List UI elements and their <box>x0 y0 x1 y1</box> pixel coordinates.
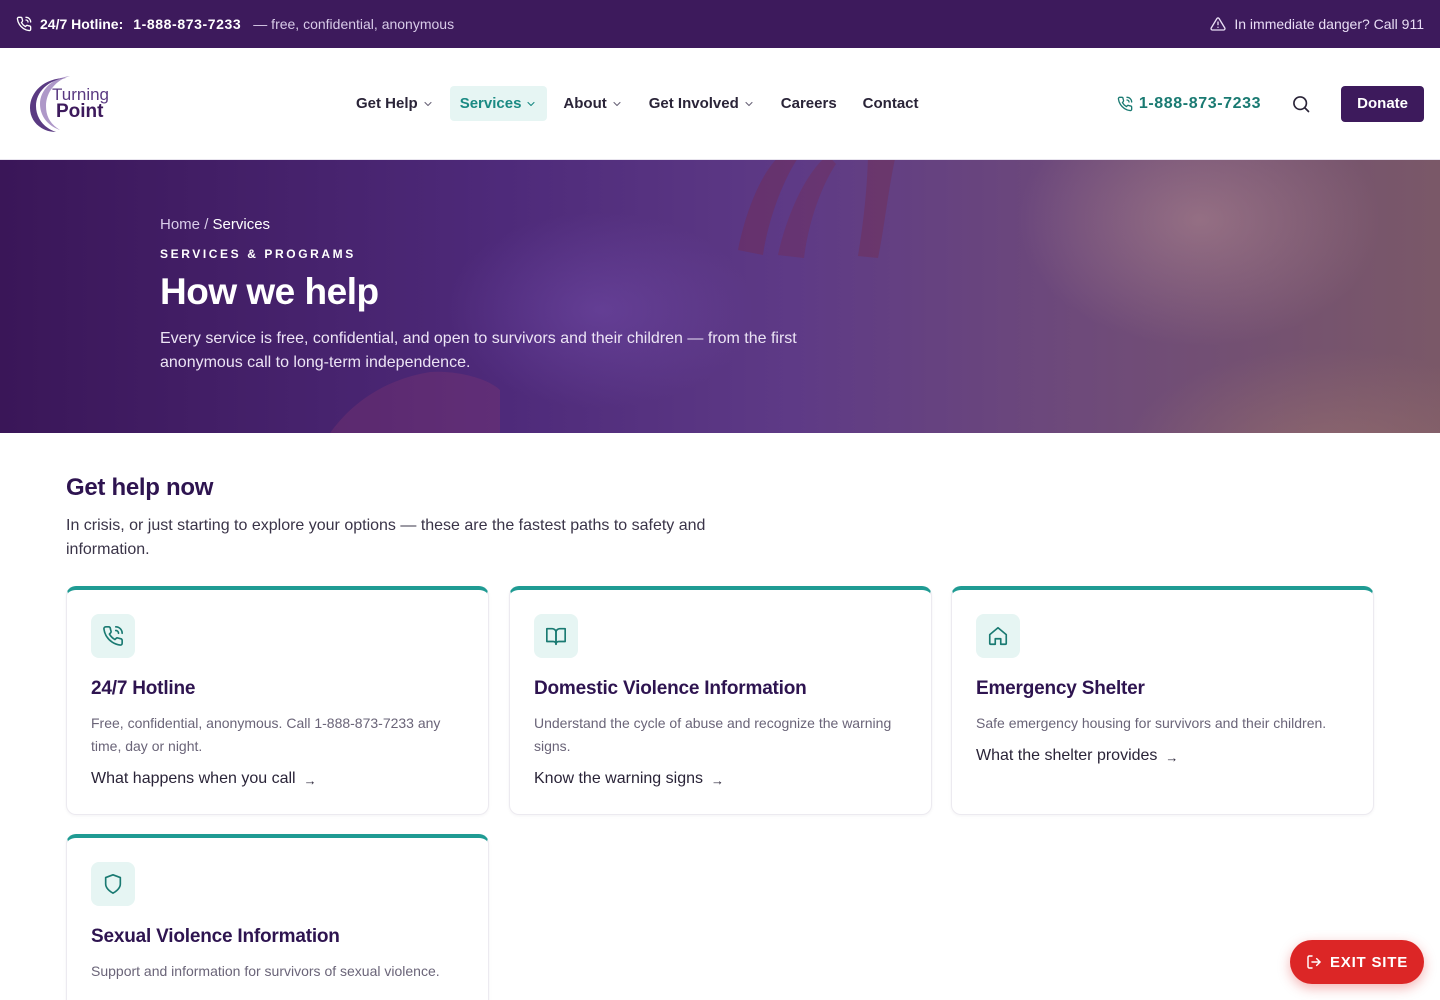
search-icon <box>1293 95 1310 112</box>
nav-label: Get Involved <box>648 95 739 112</box>
warning-triangle-icon <box>1210 16 1226 32</box>
breadcrumb-separator: / <box>204 216 209 233</box>
breadcrumb: Home / Services <box>160 216 840 233</box>
nav-get-involved[interactable]: Get Involved <box>639 86 765 121</box>
card-description: Free, confidential, anonymous. Call 1-88… <box>91 715 441 754</box>
card-link-label: Know the warning signs <box>534 770 703 787</box>
card-sexual-violence[interactable]: Sexual Violence Information Support and … <box>66 834 489 1000</box>
card-domestic-violence[interactable]: Domestic Violence Information Understand… <box>509 586 932 815</box>
exit-site-button[interactable]: EXIT SITE <box>1290 940 1424 984</box>
emergency-info[interactable]: In immediate danger? Call 911 <box>1210 16 1424 32</box>
card-icon-box <box>91 862 135 906</box>
hotline-note: — free, confidential, anonymous <box>253 16 455 32</box>
nav-services[interactable]: Services <box>449 86 548 121</box>
nav-label: Careers <box>780 95 837 112</box>
nav-label: Services <box>459 95 522 112</box>
hero-subtitle: Every service is free, confidential, and… <box>160 330 797 371</box>
home-icon <box>988 626 1008 646</box>
shield-icon <box>104 874 122 894</box>
hero-content: Home / Services SERVICES & PROGRAMS How … <box>160 216 840 375</box>
site-logo[interactable]: Turning Point <box>26 72 326 136</box>
card-link-label: What the shelter provides <box>976 747 1158 764</box>
hotline-label: 24/7 Hotline: <box>40 16 124 32</box>
search-button[interactable] <box>1289 92 1313 116</box>
card-title: Sexual Violence Information <box>91 926 340 947</box>
main-nav: Get Help Services About Get Involved Car… <box>346 86 929 121</box>
arrow-right-icon: → <box>1165 749 1179 765</box>
logo-line-1: Turning <box>52 84 110 104</box>
section-title: Get help now <box>66 474 214 501</box>
nav-careers[interactable]: Careers <box>771 86 847 121</box>
card-hotline[interactable]: 24/7 Hotline Free, confidential, anonymo… <box>66 586 489 815</box>
arrow-right-icon: → <box>303 772 317 788</box>
emergency-text: In immediate danger? Call 911 <box>1234 16 1424 32</box>
card-link[interactable]: What the shelter provides → <box>976 747 1349 765</box>
card-title: Domestic Violence Information <box>534 678 807 699</box>
card-description: Safe emergency housing for survivors and… <box>976 715 1327 731</box>
chevron-down-icon <box>745 101 753 106</box>
card-icon-box <box>976 614 1020 658</box>
card-link[interactable]: What happens when you call → <box>91 770 464 788</box>
site-header: Turning Point Get Help Services About Ge… <box>0 48 1440 160</box>
get-help-section: Get help now In crisis, or just starting… <box>66 474 1376 562</box>
hotline-info[interactable]: 24/7 Hotline: 1-888-873-7233 — free, con… <box>16 16 454 32</box>
card-title: 24/7 Hotline <box>91 678 196 699</box>
chevron-down-icon <box>613 101 621 106</box>
card-link[interactable]: Know the warning signs → <box>534 770 907 788</box>
card-emergency-shelter[interactable]: Emergency Shelter Safe emergency housing… <box>951 586 1374 815</box>
hotline-number-link[interactable]: 1-888-873-7233 <box>133 16 241 32</box>
nav-label: Contact <box>862 95 919 112</box>
exit-icon <box>1307 955 1321 969</box>
logo-mark: Turning Point <box>26 72 112 136</box>
logo-line-2: Point <box>56 100 104 122</box>
section-subtitle: In crisis, or just starting to explore y… <box>66 517 706 558</box>
hero-eyebrow: SERVICES & PROGRAMS <box>160 247 356 261</box>
breadcrumb-current: Services <box>212 216 271 233</box>
exit-site-label: EXIT SITE <box>1329 953 1409 971</box>
nav-about[interactable]: About <box>553 86 632 121</box>
logo-wordmark: Turning Point <box>52 84 110 122</box>
header-phone-number: 1-888-873-7233 <box>1138 94 1262 112</box>
hero-banner: Home / Services SERVICES & PROGRAMS How … <box>0 160 1440 433</box>
arrow-right-icon: → <box>710 772 724 788</box>
nav-label: Get Help <box>356 95 418 112</box>
book-icon <box>546 627 566 646</box>
header-actions: 1-888-873-7233 Donate <box>1117 85 1424 122</box>
page-title: How we help <box>160 271 379 312</box>
donate-button[interactable]: Donate <box>1341 85 1424 122</box>
nav-get-help[interactable]: Get Help <box>346 86 444 121</box>
card-link-label: What happens when you call <box>91 770 296 787</box>
chevron-down-icon <box>527 101 535 106</box>
card-title: Emergency Shelter <box>976 678 1145 699</box>
card-icon-box <box>91 614 135 658</box>
card-description: Understand the cycle of abuse and recogn… <box>534 715 892 754</box>
nav-contact[interactable]: Contact <box>853 86 929 121</box>
nav-label: About <box>563 95 607 112</box>
card-description: Support and information for survivors of… <box>91 963 440 979</box>
breadcrumb-home-link[interactable]: Home <box>160 216 200 233</box>
header-phone-link[interactable]: 1-888-873-7233 <box>1117 95 1261 113</box>
card-icon-box <box>534 614 578 658</box>
chevron-down-icon <box>424 101 432 106</box>
phone-icon <box>103 626 123 646</box>
hotline-bar: 24/7 Hotline: 1-888-873-7233 — free, con… <box>0 0 1440 48</box>
phone-icon <box>1117 96 1133 111</box>
phone-icon <box>16 16 32 32</box>
